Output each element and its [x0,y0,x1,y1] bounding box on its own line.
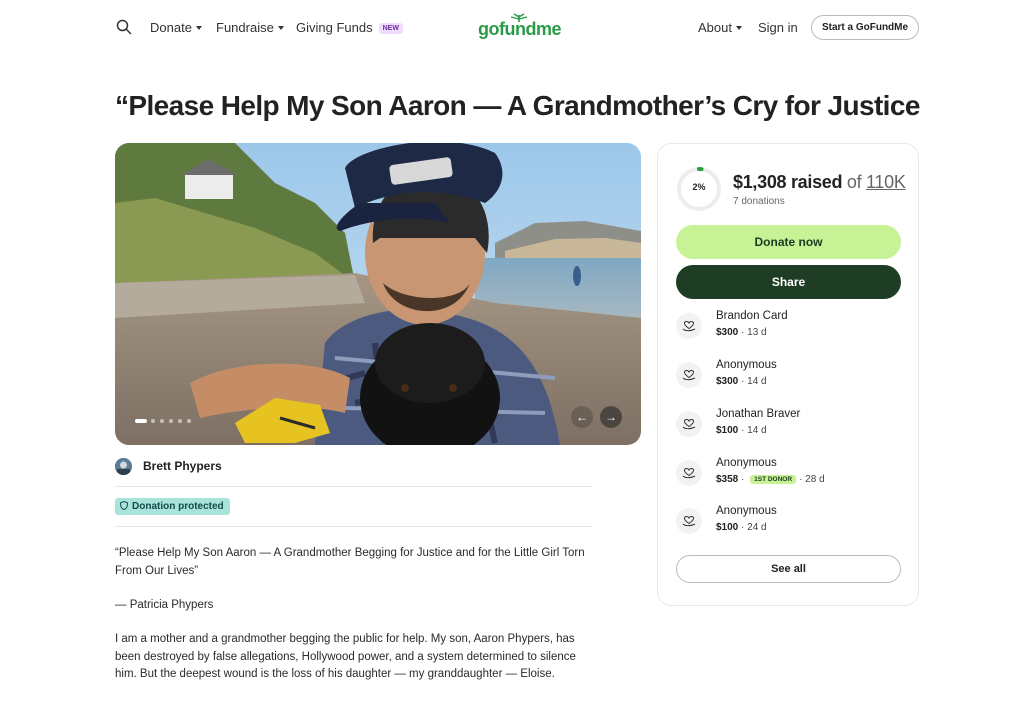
avatar-image [115,458,132,475]
donation-meta: $100 · 24 d [716,522,767,533]
progress-percent: 2% [692,182,706,192]
story-paragraph: — Patricia Phypers [115,599,214,611]
donation-item[interactable]: Brandon Card $300 · 13 d [676,309,901,349]
donation-protected-badge[interactable]: Donation protected [115,498,230,515]
divider [115,486,592,487]
donation-time: 13 d [747,327,767,338]
donation-meta: $358 · 1ST DONOR · 28 d [716,474,825,485]
raised-amount: $1,308 raised [733,172,843,192]
carousel-dot[interactable] [187,419,191,423]
donation-time: 14 d [747,376,767,387]
organizer-name[interactable]: Brett Phypers [143,459,222,473]
campaign-photo [115,143,641,445]
heart-hand-icon [676,362,702,388]
donation-item[interactable]: Anonymous $300 · 14 d [676,358,901,398]
donation-item[interactable]: Anonymous $100 · 24 d [676,504,901,544]
heart-hand-icon [676,411,702,437]
nav-donate-label: Donate [150,20,192,35]
of-text: of [846,172,862,192]
donations-count: 7 donations [733,196,785,207]
story-paragraph: I am a mother and a grandmother begging … [115,633,576,680]
carousel-dot[interactable] [151,419,155,423]
donor-name: Anonymous [716,359,777,371]
donation-meta: $300 · 13 d [716,327,767,338]
arrow-left-icon[interactable]: ← [571,406,593,428]
chevron-down-icon [735,26,742,30]
nav-fundraise[interactable]: Fundraise [216,20,284,35]
donation-time: 28 d [805,474,825,485]
donation-sidebar-card: 2% $1,308 raised of 110K 7 donations Don… [657,143,919,606]
donation-amount: $100 [716,425,739,436]
page-title: “Please Help My Son Aaron — A Grandmothe… [115,90,920,121]
search-icon[interactable] [116,19,132,35]
logo-text: gofundme [478,19,562,39]
nav-sign-in[interactable]: Sign in [758,20,798,35]
donation-time: 24 d [747,522,767,533]
first-donor-badge: 1ST DONOR [750,475,797,484]
new-badge: NEW [378,23,403,34]
chevron-down-icon [277,26,284,30]
goal-amount[interactable]: 110K [866,172,906,192]
donation-meta: $100 · 14 d [716,425,767,436]
donation-amount: $358 [716,474,739,485]
donor-name: Brandon Card [716,310,788,322]
donation-protected-label: Donation protected [132,501,224,512]
carousel-dot[interactable] [160,419,164,423]
donate-now-button[interactable]: Donate now [676,225,901,259]
share-button[interactable]: Share [676,265,901,299]
donor-name: Anonymous [716,457,777,469]
start-gofundme-button[interactable]: Start a GoFundMe [811,15,919,40]
shield-icon [120,501,128,510]
donation-amount: $100 [716,522,739,533]
chevron-down-icon [195,26,202,30]
nav-donate[interactable]: Donate [150,20,202,35]
heart-hand-icon [676,313,702,339]
nav-about-label: About [698,20,732,35]
donation-item[interactable]: Anonymous $358 · 1ST DONOR · 28 d [676,456,901,496]
see-all-button[interactable]: See all [676,555,901,583]
donor-name: Anonymous [716,505,777,517]
nav-giving-funds[interactable]: Giving Funds NEW [296,20,403,35]
campaign-image-carousel[interactable]: ← → [115,143,641,445]
nav-fundraise-label: Fundraise [216,20,274,35]
gofundme-logo[interactable]: gofundme [478,13,562,40]
story-paragraph: “Please Help My Son Aaron — A Grandmothe… [115,547,585,577]
donation-meta: $300 · 14 d [716,376,767,387]
top-navigation: Donate Fundraise Giving Funds NEW gofundm… [0,0,1024,56]
arrow-right-icon[interactable]: → [600,406,622,428]
donation-amount: $300 [716,327,739,338]
heart-hand-icon [676,508,702,534]
donor-name: Jonathan Braver [716,408,801,420]
donation-item[interactable]: Jonathan Braver $100 · 14 d [676,407,901,447]
heart-hand-icon [676,460,702,486]
nav-about[interactable]: About [698,20,742,35]
donation-time: 14 d [747,425,767,436]
organizer-avatar[interactable] [115,458,132,475]
divider [115,526,592,527]
carousel-dot[interactable] [169,419,173,423]
nav-giving-funds-label: Giving Funds [296,20,373,35]
donation-amount: $300 [716,376,739,387]
carousel-dot-active[interactable] [135,419,147,423]
carousel-dot[interactable] [178,419,182,423]
amount-raised: $1,308 raised of 110K [733,172,906,193]
